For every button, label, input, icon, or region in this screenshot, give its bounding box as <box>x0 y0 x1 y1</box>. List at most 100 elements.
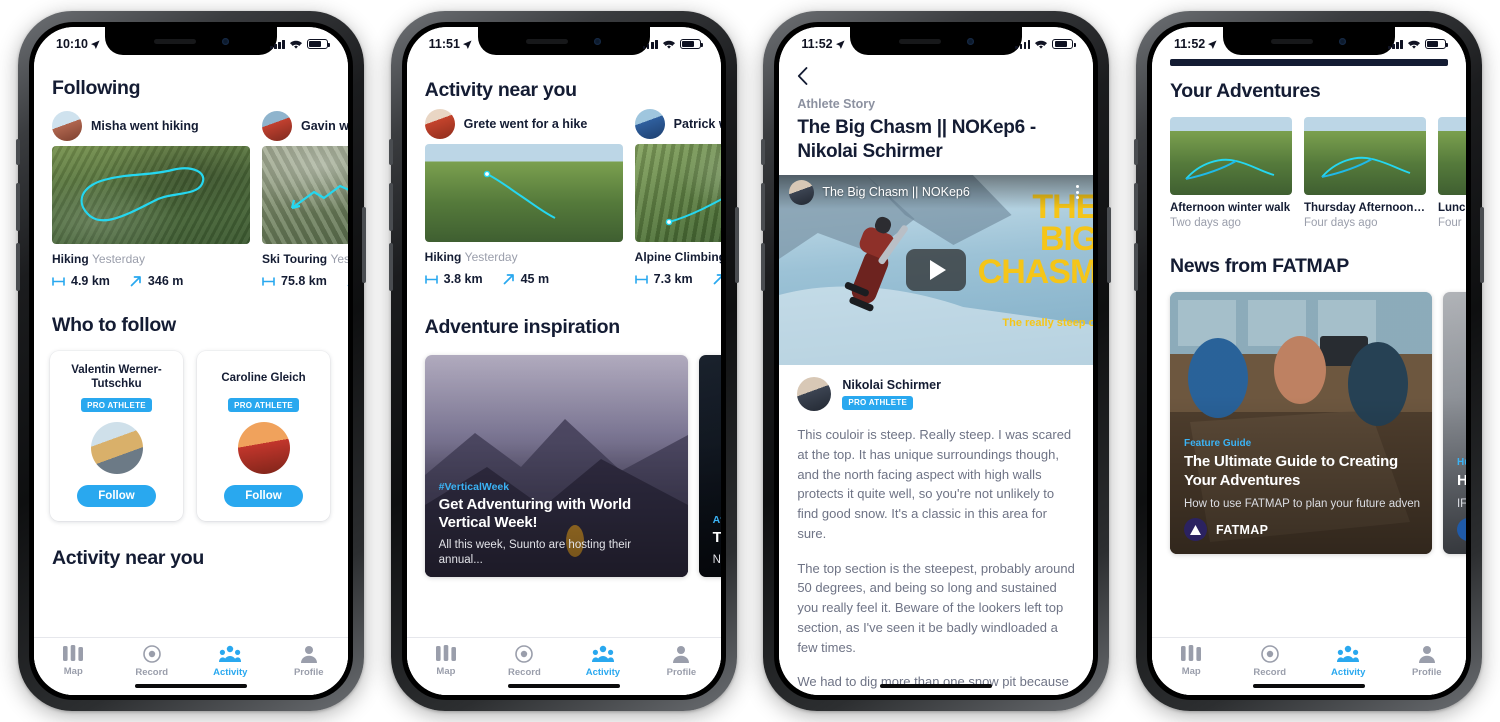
activity-map-thumbnail[interactable] <box>424 144 623 242</box>
scroll-content-3[interactable]: Athlete Story The Big Chasm || NOKep6 - … <box>779 27 1094 695</box>
route-line <box>1321 156 1411 178</box>
tab-record[interactable]: Record <box>1230 645 1309 678</box>
adventure-map-thumbnail[interactable] <box>1169 117 1292 195</box>
volume-down-button[interactable] <box>761 243 766 291</box>
author-byline[interactable]: Nikolai Schirmer PRO ATHLETE <box>779 365 1093 417</box>
video-overlay-line: CHASM <box>977 252 1094 291</box>
author-block: Nikolai Schirmer PRO ATHLETE <box>842 378 941 411</box>
volume-up-button[interactable] <box>16 183 20 231</box>
phone-screen-3: 11:52 Athlete Story The Big Chasm || NOK… <box>779 27 1094 695</box>
chevron-left-icon[interactable] <box>797 67 808 85</box>
follow-suggestion-card[interactable]: Caroline Gleich PRO ATHLETE Follow <box>197 351 330 521</box>
activity-type-row: Alpine Climbing <box>635 250 721 264</box>
volume-down-button[interactable] <box>388 243 393 291</box>
activity-when: Yesterday <box>464 250 518 264</box>
volume-down-button[interactable] <box>1133 243 1138 291</box>
tab-profile[interactable]: Profile <box>1387 645 1466 678</box>
status-right-3 <box>1015 38 1076 50</box>
follow-button[interactable]: Follow <box>224 484 303 507</box>
mute-switch[interactable] <box>761 139 766 165</box>
power-button[interactable] <box>1107 207 1112 283</box>
status-bar-3: 11:52 <box>779 27 1093 57</box>
pro-athlete-badge: PRO ATHLETE <box>81 398 152 413</box>
tab-profile[interactable]: Profile <box>270 645 349 678</box>
story-header: Athlete Story The Big Chasm || NOKep6 - … <box>779 57 1093 175</box>
mute-switch[interactable] <box>16 139 20 165</box>
scroll-content-2[interactable]: Activity near you Grete went for a hike <box>407 27 721 637</box>
status-time: 11:52 <box>1173 37 1206 51</box>
mute-switch[interactable] <box>1133 139 1138 165</box>
feed-card[interactable]: Grete went for a hike Hiking Yesterday 3… <box>424 104 623 286</box>
feed-card[interactable]: Gavin we Ski Touring Yest <box>262 106 348 288</box>
power-button[interactable] <box>734 207 739 283</box>
power-button[interactable] <box>362 207 366 283</box>
scroll-content-4[interactable]: Your Adventures Afternoon winter walk Tw… <box>1152 27 1466 637</box>
map-icon <box>435 645 456 661</box>
adventure-card[interactable]: Lunc Four <box>1437 117 1466 229</box>
adventure-map-thumbnail[interactable] <box>1303 117 1426 195</box>
tab-record[interactable]: Record <box>113 645 192 678</box>
power-button[interactable] <box>1479 207 1484 283</box>
tab-label: Profile <box>1411 667 1442 678</box>
tab-map[interactable]: Map <box>34 645 113 677</box>
section-your-adventures: Your Adventures <box>1169 80 1321 102</box>
route-line <box>483 170 556 219</box>
tab-label: Map <box>1181 666 1201 677</box>
video-title: The Big Chasm || NOKep6 <box>822 185 970 200</box>
tab-activity[interactable]: Activity <box>564 645 643 678</box>
home-indicator <box>880 683 993 688</box>
following-feed-row[interactable]: Misha went hiking Hiking Yesterday 4.9 k… <box>34 106 348 288</box>
stat-distance-value: 4.9 km <box>71 274 110 288</box>
volume-down-button[interactable] <box>16 243 20 291</box>
inspiration-card[interactable]: At T N Ni <box>698 355 721 577</box>
adventure-map-thumbnail[interactable] <box>1437 117 1466 195</box>
activity-map-thumbnail[interactable] <box>262 146 348 244</box>
activity-map-thumbnail[interactable] <box>52 146 250 244</box>
news-card[interactable]: Feature Guide The Ultimate Guide to Crea… <box>1169 292 1432 554</box>
elevation-gain-icon <box>503 274 514 285</box>
tab-record[interactable]: Record <box>485 645 564 678</box>
follow-suggestion-card[interactable]: Valentin Werner-Tutschku PRO ATHLETE Fol… <box>50 351 183 521</box>
tab-profile[interactable]: Profile <box>642 645 721 678</box>
status-left-3: 11:52 <box>801 37 845 51</box>
tab-activity[interactable]: Activity <box>1309 645 1388 678</box>
near-you-feed-row[interactable]: Grete went for a hike Hiking Yesterday 3… <box>407 104 721 286</box>
feed-action-text: went hiking <box>129 119 199 133</box>
card-gradient-overlay <box>1169 292 1432 554</box>
inspiration-row[interactable]: #VerticalWeek Get Adventuring with World… <box>407 355 721 577</box>
section-adventure-inspiration: Adventure inspiration <box>424 316 621 338</box>
tab-map[interactable]: Map <box>1152 645 1231 677</box>
screenshot-stage: 10:10 Following Misha went hiking Hiking… <box>0 0 1500 722</box>
route-line <box>290 184 348 210</box>
mute-switch[interactable] <box>388 139 393 165</box>
adventure-card[interactable]: Afternoon winter walk Two days ago <box>1169 117 1292 229</box>
news-row[interactable]: Feature Guide The Ultimate Guide to Crea… <box>1152 292 1466 554</box>
tab-activity[interactable]: Activity <box>191 645 270 678</box>
activity-stats: 3.8 km 45 m <box>424 272 623 286</box>
news-card-body: Hu H S IF <box>1457 457 1466 510</box>
your-adventures-row[interactable]: Afternoon winter walk Two days ago Thurs… <box>1152 117 1466 229</box>
inspiration-card[interactable]: #VerticalWeek Get Adventuring with World… <box>424 355 688 577</box>
news-card[interactable]: Hu H S IF <box>1442 292 1466 554</box>
battery-icon <box>1052 38 1076 50</box>
volume-up-button[interactable] <box>1133 183 1138 231</box>
stat-distance: 75.8 km <box>262 274 327 288</box>
feed-card-header: Grete went for a hike <box>424 104 623 144</box>
stat-elevation <box>347 275 348 287</box>
activity-people-icon <box>219 645 242 662</box>
adventure-card[interactable]: Thursday Afternoon R... Four days ago <box>1303 117 1426 229</box>
volume-up-button[interactable] <box>761 183 766 231</box>
who-to-follow-row[interactable]: Valentin Werner-Tutschku PRO ATHLETE Fol… <box>34 351 348 521</box>
feed-card[interactable]: Patrick w Alpine Climbing <box>634 104 721 286</box>
play-button-icon[interactable] <box>906 249 967 292</box>
section-activity-near-you: Activity near you <box>52 546 205 569</box>
activity-type: Hiking <box>52 252 89 266</box>
feed-card[interactable]: Misha went hiking Hiking Yesterday 4.9 k… <box>52 106 250 288</box>
video-player[interactable]: The Big Chasm || NOKep6 THE BIG CHASM Th… <box>779 175 1094 366</box>
volume-up-button[interactable] <box>388 183 393 231</box>
scroll-content-1[interactable]: Following Misha went hiking Hiking Yeste… <box>34 27 348 637</box>
activity-map-thumbnail[interactable] <box>634 144 721 242</box>
kebab-menu-icon[interactable] <box>1072 181 1083 203</box>
follow-button[interactable]: Follow <box>77 484 156 507</box>
tab-map[interactable]: Map <box>407 645 486 677</box>
